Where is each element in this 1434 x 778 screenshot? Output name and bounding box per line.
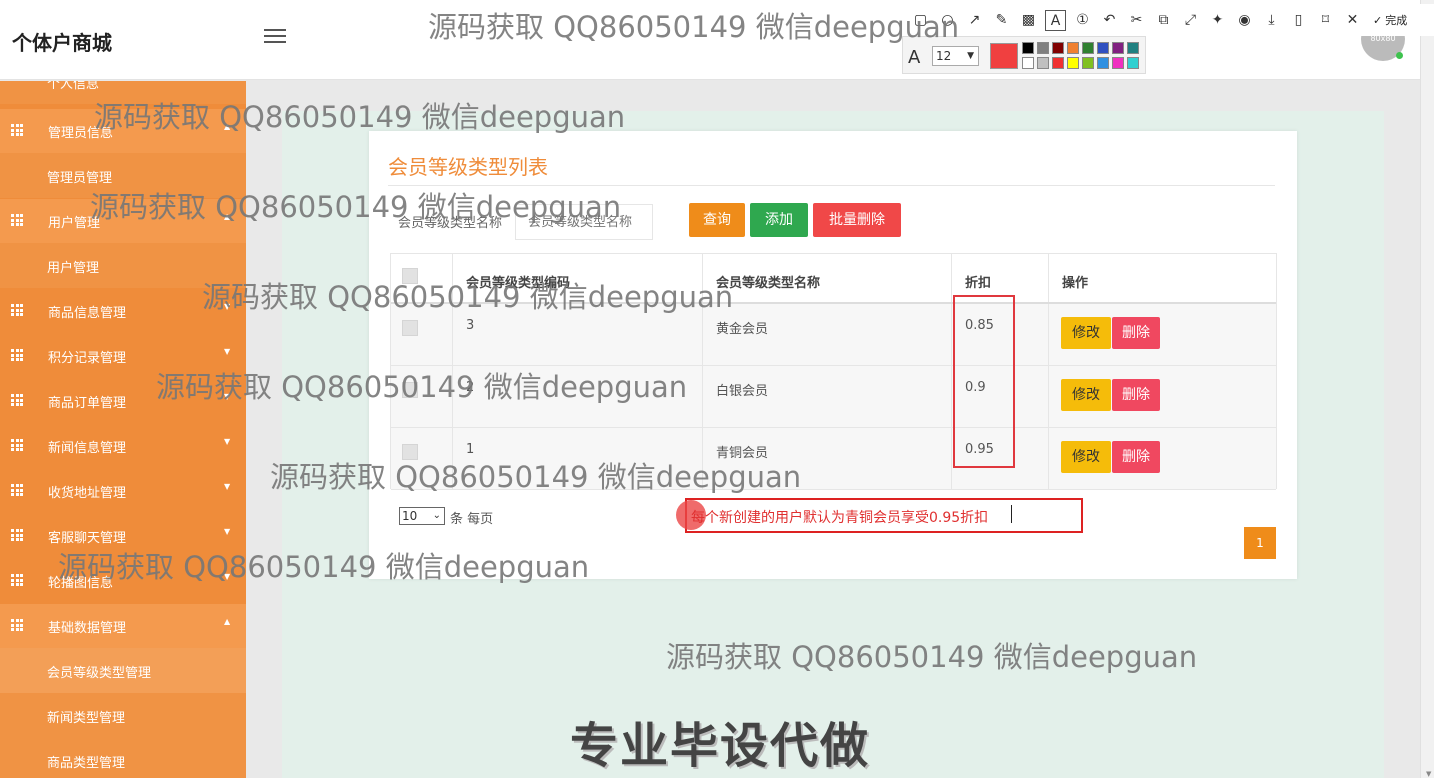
color-swatch[interactable] xyxy=(1037,57,1049,69)
page-size-label: 条 每页 xyxy=(450,512,494,527)
arrow-tool-icon[interactable]: ↗ xyxy=(964,10,985,31)
color-swatch[interactable] xyxy=(1082,57,1094,69)
color-swatch[interactable] xyxy=(1067,42,1079,54)
apps-grid-icon xyxy=(11,484,23,496)
text-cursor xyxy=(1011,505,1012,523)
column-header: 操作 xyxy=(1062,276,1089,291)
edit-button[interactable]: 修改 xyxy=(1061,317,1111,349)
scroll-down-icon[interactable]: ▼ xyxy=(1426,770,1431,778)
watermark: 源码获取 QQ86050149 微信deepguan xyxy=(666,640,1198,674)
color-swatch[interactable] xyxy=(1097,42,1109,54)
apps-grid-icon xyxy=(11,124,23,136)
chevron-down-icon: ▼ xyxy=(224,347,231,356)
apps-grid-icon xyxy=(11,574,23,586)
watermark: 源码获取 QQ86050149 微信deepguan xyxy=(58,550,590,584)
done-button[interactable]: ✓ 完成 xyxy=(1373,12,1407,28)
chevron-down-icon: ⌄ xyxy=(432,510,441,521)
page-button-current[interactable]: 1 xyxy=(1244,527,1276,559)
chevron-down-icon: ▼ xyxy=(224,527,231,536)
color-swatch[interactable] xyxy=(1022,42,1034,54)
bookmark-icon[interactable]: ⌑ xyxy=(1315,10,1336,31)
font-size-select[interactable]: 12 ▼ xyxy=(932,46,979,66)
chevron-up-icon: ▲ xyxy=(224,617,231,626)
apps-grid-icon xyxy=(11,394,23,406)
current-color-swatch[interactable] xyxy=(990,43,1018,69)
sidebar-item-news[interactable]: 新闻信息管理 ▼ xyxy=(0,424,246,469)
apps-grid-icon xyxy=(11,439,23,451)
color-swatch[interactable] xyxy=(1052,42,1064,54)
page-scrollbar[interactable] xyxy=(1420,0,1434,778)
pin-icon[interactable]: ✦ xyxy=(1207,10,1228,31)
delete-button[interactable]: 删除 xyxy=(1112,379,1160,411)
font-icon: A xyxy=(908,47,921,68)
pen-tool-icon[interactable]: ✎ xyxy=(991,10,1012,31)
online-status-dot xyxy=(1396,52,1403,59)
color-swatch[interactable] xyxy=(1127,42,1139,54)
close-icon[interactable]: ✕ xyxy=(1342,10,1363,31)
snip-toolbar: ▢ ○ ↗ ✎ ▩ A ① ↶ ✂ ⧉ ⤢ ✦ ◉ ⤓ ▯ ⌑ ✕ ✓ 完成 xyxy=(902,4,1434,36)
chevron-down-icon: ▼ xyxy=(224,482,231,491)
sidebar-sub-member-level[interactable]: 会员等级类型管理 xyxy=(0,648,246,693)
number-tool-icon[interactable]: ① xyxy=(1072,10,1093,31)
batch-delete-button[interactable]: 批量删除 xyxy=(813,203,901,237)
sidebar-sub-news-type[interactable]: 新闻类型管理 xyxy=(0,693,246,738)
query-button[interactable]: 查询 xyxy=(689,203,745,237)
check-icon: ✓ xyxy=(1373,13,1383,27)
watermark: 源码获取 QQ86050149 微信deepguan xyxy=(202,280,734,314)
watermark: 源码获取 QQ86050149 微信deepguan xyxy=(156,370,688,404)
watermark: 源码获取 QQ86050149 微信deepguan xyxy=(270,460,802,494)
apps-grid-icon xyxy=(11,214,23,226)
color-swatch[interactable] xyxy=(1127,57,1139,69)
cut-icon[interactable]: ✂ xyxy=(1126,10,1147,31)
apps-grid-icon xyxy=(11,349,23,361)
apps-grid-icon xyxy=(11,619,23,631)
cell-name: 白银会员 xyxy=(716,384,769,399)
color-swatch[interactable] xyxy=(1022,57,1034,69)
sidebar-item-address[interactable]: 收货地址管理 ▼ xyxy=(0,469,246,514)
column-header: 折扣 xyxy=(965,276,992,291)
annotation-text: 每个新创建的用户默认为青铜会员享受0.95折扣 xyxy=(691,510,989,526)
color-swatch[interactable] xyxy=(1067,57,1079,69)
delete-button[interactable]: 删除 xyxy=(1112,441,1160,473)
edit-button[interactable]: 修改 xyxy=(1061,379,1111,411)
color-swatch[interactable] xyxy=(1112,42,1124,54)
highlight-rectangle xyxy=(953,295,1015,468)
chevron-down-icon: ▼ xyxy=(967,51,974,61)
download-icon[interactable]: ⤓ xyxy=(1261,10,1282,31)
mosaic-tool-icon[interactable]: ▩ xyxy=(1018,10,1039,31)
phone-icon[interactable]: ▯ xyxy=(1288,10,1309,31)
color-swatch[interactable] xyxy=(1037,42,1049,54)
delete-button[interactable]: 删除 xyxy=(1112,317,1160,349)
sidebar-sub-product-type[interactable]: 商品类型管理 xyxy=(0,738,246,778)
undo-icon[interactable]: ↶ xyxy=(1099,10,1120,31)
apps-grid-icon xyxy=(11,529,23,541)
chevron-down-icon: ▼ xyxy=(224,437,231,446)
watermark: 源码获取 QQ86050149 微信deepguan xyxy=(428,10,960,44)
watermark: 源码获取 QQ86050149 微信deepguan xyxy=(94,100,626,134)
watermark: 源码获取 QQ86050149 微信deepguan xyxy=(90,190,622,224)
cell-name: 黄金会员 xyxy=(716,322,769,337)
row-checkbox[interactable] xyxy=(402,320,418,336)
brand-title: 个体户商城 xyxy=(12,31,112,55)
text-tool-icon[interactable]: A xyxy=(1045,9,1066,31)
color-swatch[interactable] xyxy=(1082,42,1094,54)
sidebar-item-basic-data[interactable]: 基础数据管理 ▲ xyxy=(0,604,246,649)
page-size-select[interactable]: 10 ⌄ xyxy=(399,507,445,525)
color-swatch[interactable] xyxy=(1112,57,1124,69)
add-button[interactable]: 添加 xyxy=(750,203,808,237)
translate-icon[interactable]: ⧉ xyxy=(1153,10,1174,31)
color-palette xyxy=(1022,42,1139,69)
record-icon[interactable]: ◉ xyxy=(1234,10,1255,31)
page-title: 会员等级类型列表 xyxy=(388,155,548,179)
fit-icon[interactable]: ⤢ xyxy=(1180,10,1201,31)
cell-code: 3 xyxy=(466,318,475,333)
apps-grid-icon xyxy=(11,304,23,316)
color-swatch[interactable] xyxy=(1097,57,1109,69)
edit-button[interactable]: 修改 xyxy=(1061,441,1111,473)
menu-toggle-icon[interactable] xyxy=(264,29,286,47)
promo-banner-text: 专业毕设代做 xyxy=(570,718,871,774)
color-swatch[interactable] xyxy=(1052,57,1064,69)
